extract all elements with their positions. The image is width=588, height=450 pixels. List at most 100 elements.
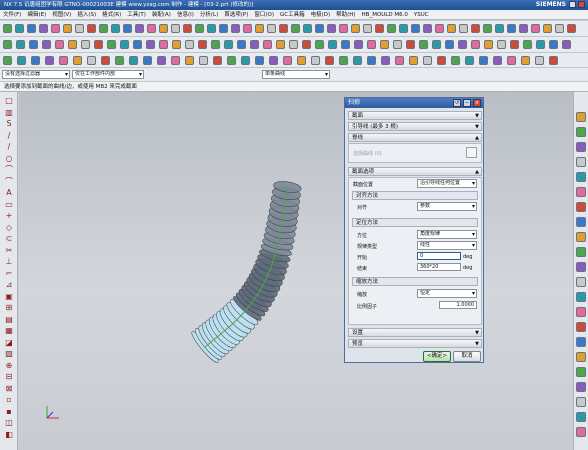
resource-bar-tab-icon[interactable] bbox=[576, 202, 586, 212]
toolbar-tool-icon[interactable] bbox=[267, 24, 276, 33]
toolbar-tool-icon[interactable] bbox=[510, 40, 519, 49]
toolbar-tool-icon[interactable] bbox=[419, 40, 428, 49]
toolbar-tool-icon[interactable] bbox=[73, 56, 82, 65]
toolbar-tool-icon[interactable] bbox=[51, 24, 60, 33]
toolbar-tool-icon[interactable] bbox=[172, 40, 181, 49]
toolbar-tool-icon[interactable] bbox=[393, 40, 402, 49]
sketch-tool-icon[interactable]: ⊞ bbox=[4, 303, 14, 313]
graphics-window[interactable] bbox=[19, 92, 573, 450]
toolbar-tool-icon[interactable] bbox=[211, 40, 220, 49]
toolbar-tool-icon[interactable] bbox=[339, 24, 348, 33]
toolbar-tool-icon[interactable] bbox=[263, 40, 272, 49]
toolbar-tool-icon[interactable] bbox=[484, 40, 493, 49]
menu-item-6[interactable]: 装配(A) bbox=[149, 10, 174, 19]
toolbar-tool-icon[interactable] bbox=[15, 24, 24, 33]
sketch-tool-icon[interactable]: ⊕ bbox=[4, 361, 14, 371]
menu-item-10[interactable]: 窗口(O) bbox=[251, 10, 277, 19]
toolbar-tool-icon[interactable] bbox=[159, 24, 168, 33]
type-filter-select[interactable]: 没有选择过滤器 bbox=[2, 70, 70, 79]
toolbar-tool-icon[interactable] bbox=[133, 40, 142, 49]
toolbar-tool-icon[interactable] bbox=[471, 24, 480, 33]
toolbar-tool-icon[interactable] bbox=[354, 40, 363, 49]
toolbar-tool-icon[interactable] bbox=[3, 56, 12, 65]
minimize-button[interactable] bbox=[569, 1, 576, 8]
menu-item-11[interactable]: GC工具箱 bbox=[277, 10, 308, 19]
toolbar-tool-icon[interactable] bbox=[549, 56, 558, 65]
toolbar-tool-icon[interactable] bbox=[328, 40, 337, 49]
toolbar-tool-icon[interactable] bbox=[325, 56, 334, 65]
select-curve-label[interactable]: 选择曲线 (0) bbox=[353, 150, 382, 157]
toolbar-tool-icon[interactable] bbox=[381, 56, 390, 65]
toolbar-tool-icon[interactable] bbox=[465, 56, 474, 65]
toolbar-tool-icon[interactable] bbox=[59, 56, 68, 65]
toolbar-tool-icon[interactable] bbox=[63, 24, 72, 33]
alignment-group-header[interactable]: 对齐方法 bbox=[352, 191, 478, 200]
toolbar-tool-icon[interactable] bbox=[29, 40, 38, 49]
toolbar-tool-icon[interactable] bbox=[107, 40, 116, 49]
toolbar-tool-icon[interactable] bbox=[129, 56, 138, 65]
sketch-tool-icon[interactable]: □ bbox=[4, 96, 14, 106]
dialog-close-icon[interactable]: × bbox=[473, 99, 481, 107]
toolbar-tool-icon[interactable] bbox=[55, 40, 64, 49]
toolbar-tool-icon[interactable] bbox=[243, 24, 252, 33]
menu-item-8[interactable]: 分析(L) bbox=[197, 10, 221, 19]
toolbar-tool-icon[interactable] bbox=[39, 24, 48, 33]
toolbar-tool-icon[interactable] bbox=[531, 24, 540, 33]
resource-bar-tab-icon[interactable] bbox=[576, 172, 586, 182]
toolbar-tool-icon[interactable] bbox=[471, 40, 480, 49]
curve-select-icon[interactable] bbox=[466, 147, 477, 158]
toolbar-tool-icon[interactable] bbox=[237, 40, 246, 49]
toolbar-tool-icon[interactable] bbox=[399, 24, 408, 33]
toolbar-tool-icon[interactable] bbox=[549, 40, 558, 49]
toolbar-tool-icon[interactable] bbox=[227, 56, 236, 65]
toolbar-tool-icon[interactable] bbox=[185, 56, 194, 65]
scaling-select[interactable]: 恒定 bbox=[417, 289, 477, 298]
toolbar-tool-icon[interactable] bbox=[315, 24, 324, 33]
toolbar-tool-icon[interactable] bbox=[411, 24, 420, 33]
toolbar-tool-icon[interactable] bbox=[493, 56, 502, 65]
toolbar-tool-icon[interactable] bbox=[81, 40, 90, 49]
toolbar-tool-icon[interactable] bbox=[432, 40, 441, 49]
toolbar-tool-icon[interactable] bbox=[224, 40, 233, 49]
toolbar-tool-icon[interactable] bbox=[536, 40, 545, 49]
selection-scope-select[interactable]: 仅在工作部件内部 bbox=[72, 70, 144, 79]
toolbar-tool-icon[interactable] bbox=[283, 56, 292, 65]
cancel-button[interactable]: 取消 bbox=[453, 351, 481, 362]
toolbar-tool-icon[interactable] bbox=[146, 40, 155, 49]
sketch-tool-icon[interactable]: ⌒ bbox=[4, 165, 14, 175]
toolbar-tool-icon[interactable] bbox=[75, 24, 84, 33]
toolbar-tool-icon[interactable] bbox=[353, 56, 362, 65]
toolbar-tool-icon[interactable] bbox=[341, 40, 350, 49]
toolbar-tool-icon[interactable] bbox=[351, 24, 360, 33]
toolbar-tool-icon[interactable] bbox=[31, 56, 40, 65]
toolbar-tool-icon[interactable] bbox=[87, 24, 96, 33]
toolbar-tool-icon[interactable] bbox=[303, 24, 312, 33]
toolbar-tool-icon[interactable] bbox=[185, 40, 194, 49]
toolbar-tool-icon[interactable] bbox=[380, 40, 389, 49]
toolbar-tool-icon[interactable] bbox=[291, 24, 300, 33]
resource-bar-tab-icon[interactable] bbox=[576, 382, 586, 392]
toolbar-tool-icon[interactable] bbox=[99, 24, 108, 33]
toolbar-tool-icon[interactable] bbox=[423, 24, 432, 33]
toolbar-tool-icon[interactable] bbox=[42, 40, 51, 49]
menu-item-0[interactable]: 文件(F) bbox=[0, 10, 24, 19]
guide-panel-header[interactable]: 引导线 (最多 3 根) ▼ bbox=[348, 122, 482, 131]
preview-panel-header[interactable]: 预览 ▼ bbox=[348, 339, 482, 348]
direction-select[interactable]: 角度规律 bbox=[417, 230, 477, 239]
resource-bar-tab-icon[interactable] bbox=[576, 412, 586, 422]
toolbar-tool-icon[interactable] bbox=[111, 24, 120, 33]
sketch-tool-icon[interactable]: ▤ bbox=[4, 315, 14, 325]
toolbar-tool-icon[interactable] bbox=[45, 56, 54, 65]
toolbar-tool-icon[interactable] bbox=[3, 40, 12, 49]
toolbar-tool-icon[interactable] bbox=[94, 40, 103, 49]
toolbar-tool-icon[interactable] bbox=[16, 40, 25, 49]
toolbar-tool-icon[interactable] bbox=[409, 56, 418, 65]
resource-bar-tab-icon[interactable] bbox=[576, 217, 586, 227]
sketch-tool-icon[interactable]: + bbox=[4, 211, 14, 221]
toolbar-tool-icon[interactable] bbox=[120, 40, 129, 49]
toolbar-tool-icon[interactable] bbox=[115, 56, 124, 65]
toolbar-tool-icon[interactable] bbox=[195, 24, 204, 33]
sketch-tool-icon[interactable]: ◇ bbox=[4, 223, 14, 233]
toolbar-tool-icon[interactable] bbox=[311, 56, 320, 65]
toolbar-tool-icon[interactable] bbox=[68, 40, 77, 49]
